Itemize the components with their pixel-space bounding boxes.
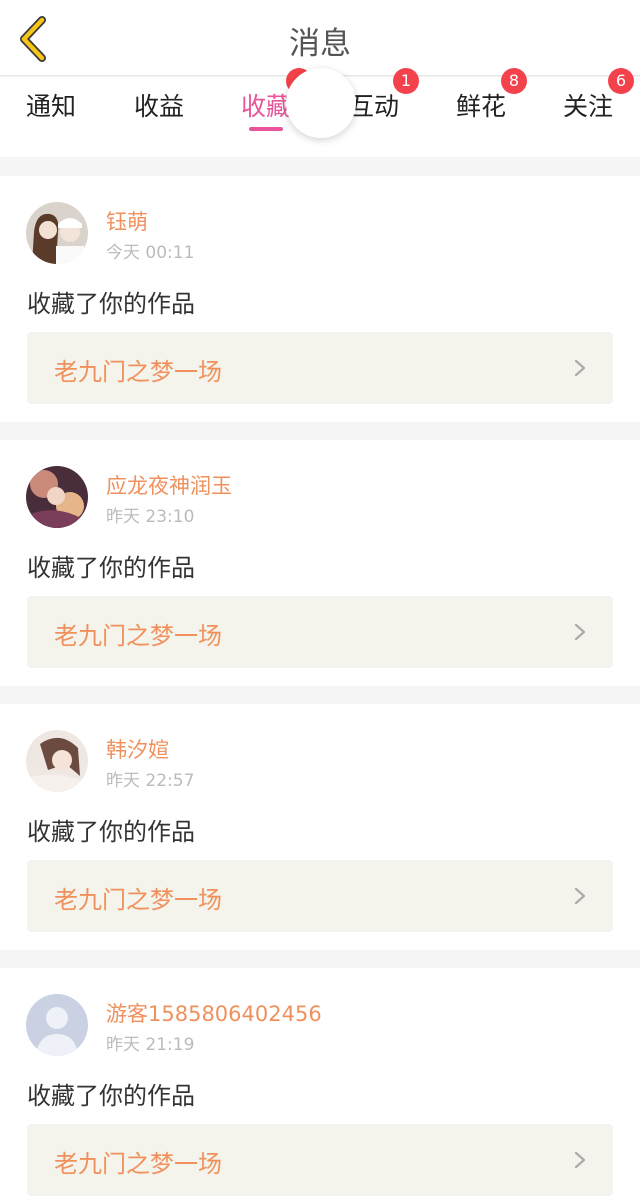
user-name[interactable]: 应龙夜神润玉 xyxy=(106,470,232,500)
tab-earnings[interactable]: 收益 xyxy=(134,87,184,123)
message-card: 韩汐媗 昨天 22:57 收藏了你的作品 老九门之梦一场 xyxy=(0,704,640,950)
timestamp: 昨天 22:57 xyxy=(106,771,195,791)
avatar[interactable] xyxy=(26,730,88,792)
user-name[interactable]: 游客1585806402456 xyxy=(106,998,322,1028)
work-link[interactable]: 老九门之梦一场 xyxy=(27,860,613,932)
action-text: 收藏了你的作品 xyxy=(27,818,195,846)
tab-favorites[interactable]: 收藏 xyxy=(241,87,291,123)
page-title: 消息 xyxy=(289,26,351,62)
timestamp: 昨天 21:19 xyxy=(106,1035,195,1055)
chevron-right-icon xyxy=(574,887,586,905)
work-link[interactable]: 老九门之梦一场 xyxy=(27,1124,613,1196)
action-text: 收藏了你的作品 xyxy=(27,1082,195,1110)
work-link[interactable]: 老九门之梦一场 xyxy=(27,596,613,668)
work-title: 老九门之梦一场 xyxy=(54,358,222,386)
floating-touch-button[interactable] xyxy=(286,68,356,138)
tab-flowers-badge: 8 xyxy=(501,68,527,94)
action-text: 收藏了你的作品 xyxy=(27,290,195,318)
chevron-right-icon xyxy=(574,1151,586,1169)
avatar[interactable] xyxy=(26,202,88,264)
header-bar: 消息 xyxy=(0,0,640,76)
tab-interactions[interactable]: 互动 xyxy=(349,87,399,123)
action-text: 收藏了你的作品 xyxy=(27,554,195,582)
user-name[interactable]: 韩汐媗 xyxy=(106,734,169,764)
message-card: 应龙夜神润玉 昨天 23:10 收藏了你的作品 老九门之梦一场 xyxy=(0,440,640,686)
active-tab-indicator xyxy=(249,127,283,131)
tab-interactions-badge: 1 xyxy=(393,68,419,94)
tab-follows[interactable]: 关注 xyxy=(563,87,613,123)
tab-notifications[interactable]: 通知 xyxy=(26,87,76,123)
tab-follows-badge: 6 xyxy=(608,68,634,94)
timestamp: 昨天 23:10 xyxy=(106,507,195,527)
work-title: 老九门之梦一场 xyxy=(54,886,222,914)
user-name[interactable]: 钰萌 xyxy=(106,206,148,236)
work-title: 老九门之梦一场 xyxy=(54,622,222,650)
default-avatar-icon[interactable] xyxy=(26,994,88,1056)
work-title: 老九门之梦一场 xyxy=(54,1150,222,1178)
chevron-right-icon xyxy=(574,359,586,377)
message-card: 游客1585806402456 昨天 21:19 收藏了你的作品 老九门之梦一场 xyxy=(0,968,640,1201)
message-card: 钰萌 今天 00:11 收藏了你的作品 老九门之梦一场 xyxy=(0,176,640,422)
timestamp: 今天 00:11 xyxy=(106,243,195,263)
avatar[interactable] xyxy=(26,466,88,528)
chevron-right-icon xyxy=(574,623,586,641)
tab-flowers[interactable]: 鲜花 xyxy=(456,87,506,123)
work-link[interactable]: 老九门之梦一场 xyxy=(27,332,613,404)
